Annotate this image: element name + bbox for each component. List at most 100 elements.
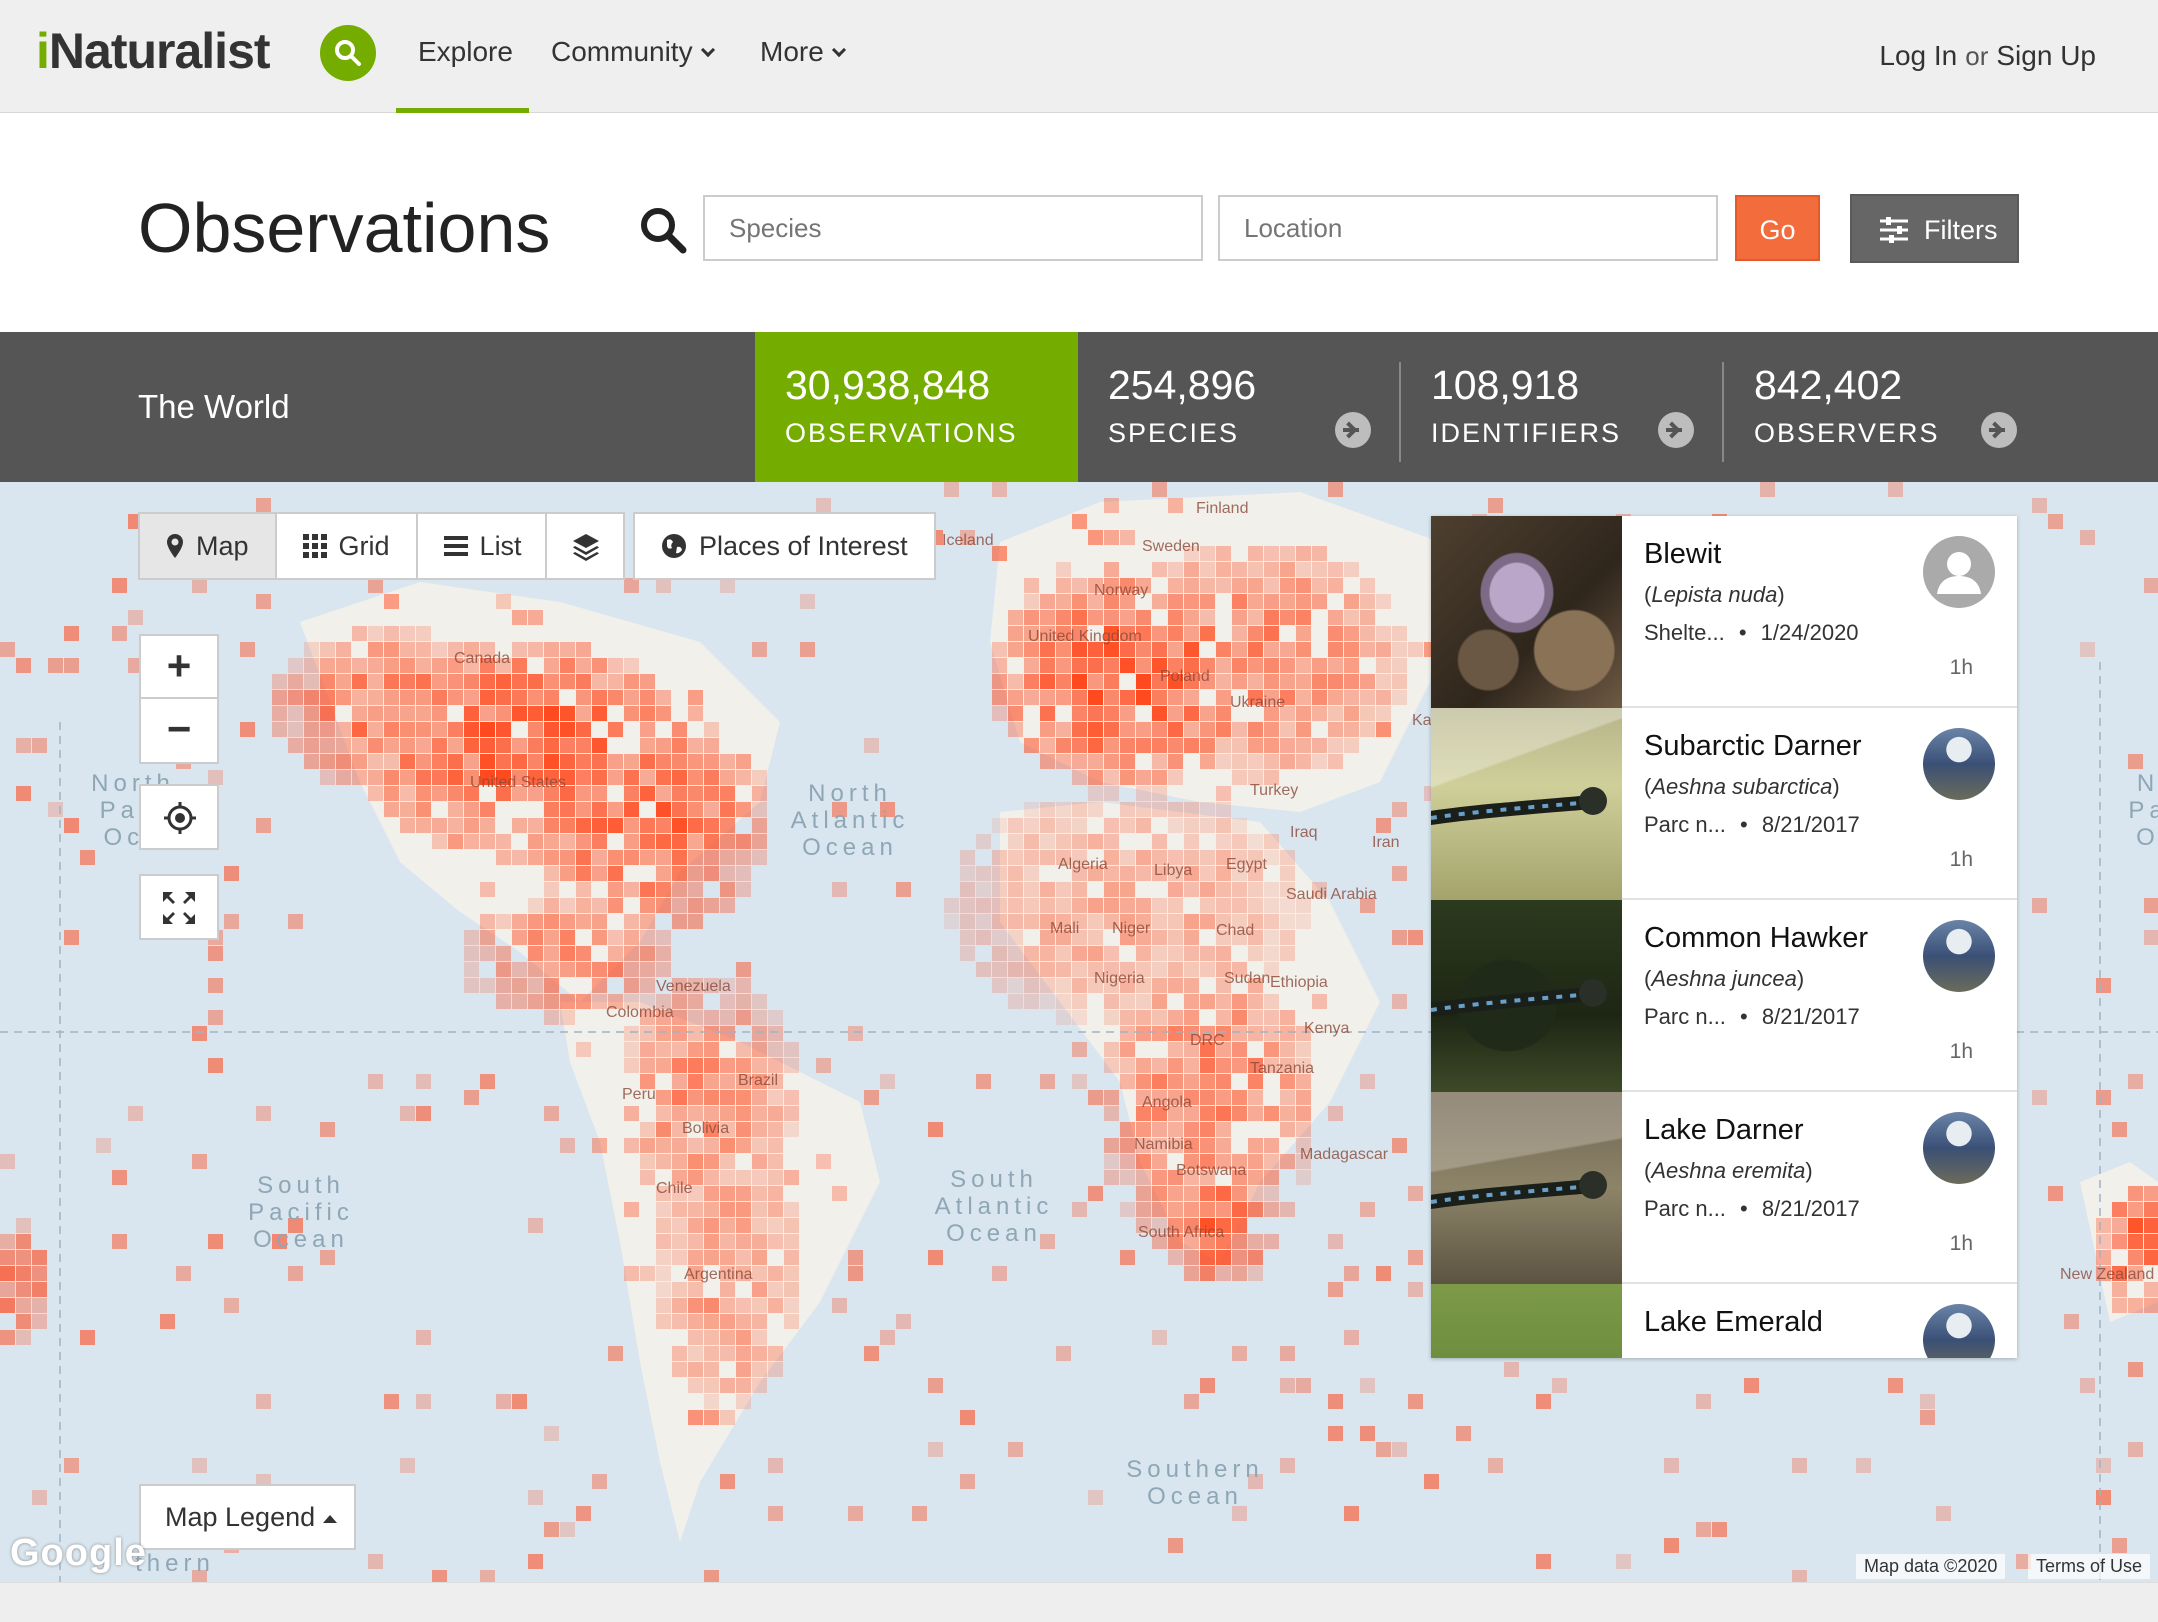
signup-link[interactable]: Sign Up <box>1996 40 2096 71</box>
heat-cell <box>560 818 575 833</box>
heat-cell <box>1248 1170 1263 1185</box>
heat-cell <box>608 898 623 913</box>
filters-button[interactable]: Filters <box>1850 194 2019 263</box>
heat-cell <box>656 578 671 593</box>
nav-community[interactable]: Community <box>551 36 715 68</box>
zoom-out-button[interactable]: − <box>141 699 217 762</box>
observation-card[interactable]: Blewit (Lepista nuda) Shelte... • 1/24/202… <box>1431 516 2017 708</box>
grid-view-button[interactable]: Grid <box>277 514 418 578</box>
inaturalist-logo[interactable]: iNaturalist <box>36 22 271 80</box>
heat-cell <box>1136 1058 1151 1073</box>
stat-identifiers[interactable]: 108,918 IDENTIFIERS <box>1401 332 1724 482</box>
arrow-right-icon[interactable] <box>1658 412 1694 448</box>
heat-cell <box>624 1138 639 1153</box>
map-legend-button[interactable]: Map Legend <box>139 1484 356 1550</box>
heat-cell <box>432 690 447 705</box>
heat-cell <box>1344 626 1359 641</box>
heat-cell <box>768 1042 783 1057</box>
heat-cell <box>1088 770 1103 785</box>
observation-common-name[interactable]: Lake Darner <box>1644 1114 1804 1147</box>
heat-cell <box>1264 994 1279 1009</box>
heat-cell <box>1184 1074 1199 1089</box>
heat-cell <box>32 1266 47 1281</box>
go-button[interactable]: Go <box>1735 195 1820 261</box>
heat-cell <box>656 850 671 865</box>
heat-cell <box>1200 610 1215 625</box>
observation-common-name[interactable]: Subarctic Darner <box>1644 730 1862 763</box>
observation-photo[interactable] <box>1431 708 1622 900</box>
observation-date: 8/21/2017 <box>1761 1196 1860 1221</box>
fullscreen-button[interactable] <box>139 874 219 940</box>
heat-cell <box>592 690 607 705</box>
user-avatar[interactable] <box>1923 1304 1995 1358</box>
stat-observers[interactable]: 842,402 OBSERVERS <box>1724 332 2047 482</box>
heat-cell <box>1488 1458 1503 1473</box>
observation-card[interactable]: Common Hawker (Aeshna juncea) Parc n... • … <box>1431 900 2017 1092</box>
heat-cell <box>736 1346 751 1361</box>
arrow-right-icon[interactable] <box>1335 412 1371 448</box>
heat-cell <box>1296 658 1311 673</box>
heat-cell <box>1216 898 1231 913</box>
heat-cell <box>768 1138 783 1153</box>
heat-cell <box>1152 802 1167 817</box>
layers-button[interactable] <box>545 512 625 580</box>
login-link[interactable]: Log In <box>1879 40 1957 71</box>
user-avatar[interactable] <box>1923 728 1995 800</box>
heat-cell <box>736 882 751 897</box>
places-of-interest-button[interactable]: Places of Interest <box>633 512 936 580</box>
heat-cell <box>528 1490 543 1505</box>
heat-cell <box>448 738 463 753</box>
heat-cell <box>1232 1010 1247 1025</box>
site-search-button[interactable] <box>320 25 376 81</box>
location-input[interactable] <box>1218 195 1718 261</box>
terms-of-use-link[interactable]: Terms of Use <box>2028 1554 2151 1579</box>
observation-map[interactable]: North Paci Oce North Atlantic Ocean Sout… <box>0 482 2158 1582</box>
nav-explore[interactable]: Explore <box>418 36 513 68</box>
zoom-in-button[interactable]: + <box>141 636 217 699</box>
species-input[interactable] <box>703 195 1203 261</box>
heat-cell <box>336 754 351 769</box>
heat-cell <box>1040 946 1055 961</box>
default-user-icon[interactable] <box>1923 536 1995 608</box>
observation-common-name[interactable]: Common Hawker <box>1644 922 1868 955</box>
heat-cell <box>496 914 511 929</box>
heat-cell <box>624 834 639 849</box>
arrow-right-icon[interactable] <box>1981 412 2017 448</box>
user-avatar[interactable] <box>1923 920 1995 992</box>
heat-cell <box>1120 690 1135 705</box>
heat-cell <box>416 754 431 769</box>
stat-species[interactable]: 254,896 SPECIES <box>1078 332 1401 482</box>
observation-card[interactable]: Subarctic Darner (Aeshna subarctica) Parc … <box>1431 708 2017 900</box>
map-data-attribution[interactable]: Map data ©2020 <box>1856 1554 2006 1579</box>
heat-cell <box>736 850 751 865</box>
heat-cell <box>688 1378 703 1393</box>
heat-cell <box>2096 978 2111 993</box>
heat-cell <box>1200 578 1215 593</box>
stat-observations[interactable]: 30,938,848 OBSERVATIONS <box>755 332 1078 482</box>
user-avatar[interactable] <box>1923 1112 1995 1184</box>
observation-common-name[interactable]: Lake Emerald <box>1644 1306 1823 1339</box>
observation-card[interactable]: Lake Emerald <box>1431 1284 2017 1358</box>
heat-cell <box>1232 642 1247 657</box>
list-view-button[interactable]: List <box>418 514 548 578</box>
heat-cell <box>960 946 975 961</box>
heat-cell <box>928 1378 943 1393</box>
heat-cell <box>1280 722 1295 737</box>
observation-photo[interactable] <box>1431 1092 1622 1284</box>
locate-me-button[interactable] <box>139 784 219 850</box>
heat-cell <box>688 706 703 721</box>
heat-cell <box>272 690 287 705</box>
nav-more[interactable]: More <box>760 36 846 68</box>
observation-card[interactable]: Lake Darner (Aeshna eremita) Parc n... • 8… <box>1431 1092 2017 1284</box>
heat-cell <box>1248 994 1263 1009</box>
heat-cell <box>1296 706 1311 721</box>
map-view-button[interactable]: Map <box>140 514 277 578</box>
layers-icon <box>573 534 599 561</box>
observation-photo[interactable] <box>1431 516 1622 708</box>
heat-cell <box>672 1090 687 1105</box>
observation-common-name[interactable]: Blewit <box>1644 538 1721 571</box>
heat-cell <box>704 802 719 817</box>
observation-photo[interactable] <box>1431 1284 1622 1358</box>
heat-cell <box>1168 770 1183 785</box>
observation-photo[interactable] <box>1431 900 1622 1092</box>
